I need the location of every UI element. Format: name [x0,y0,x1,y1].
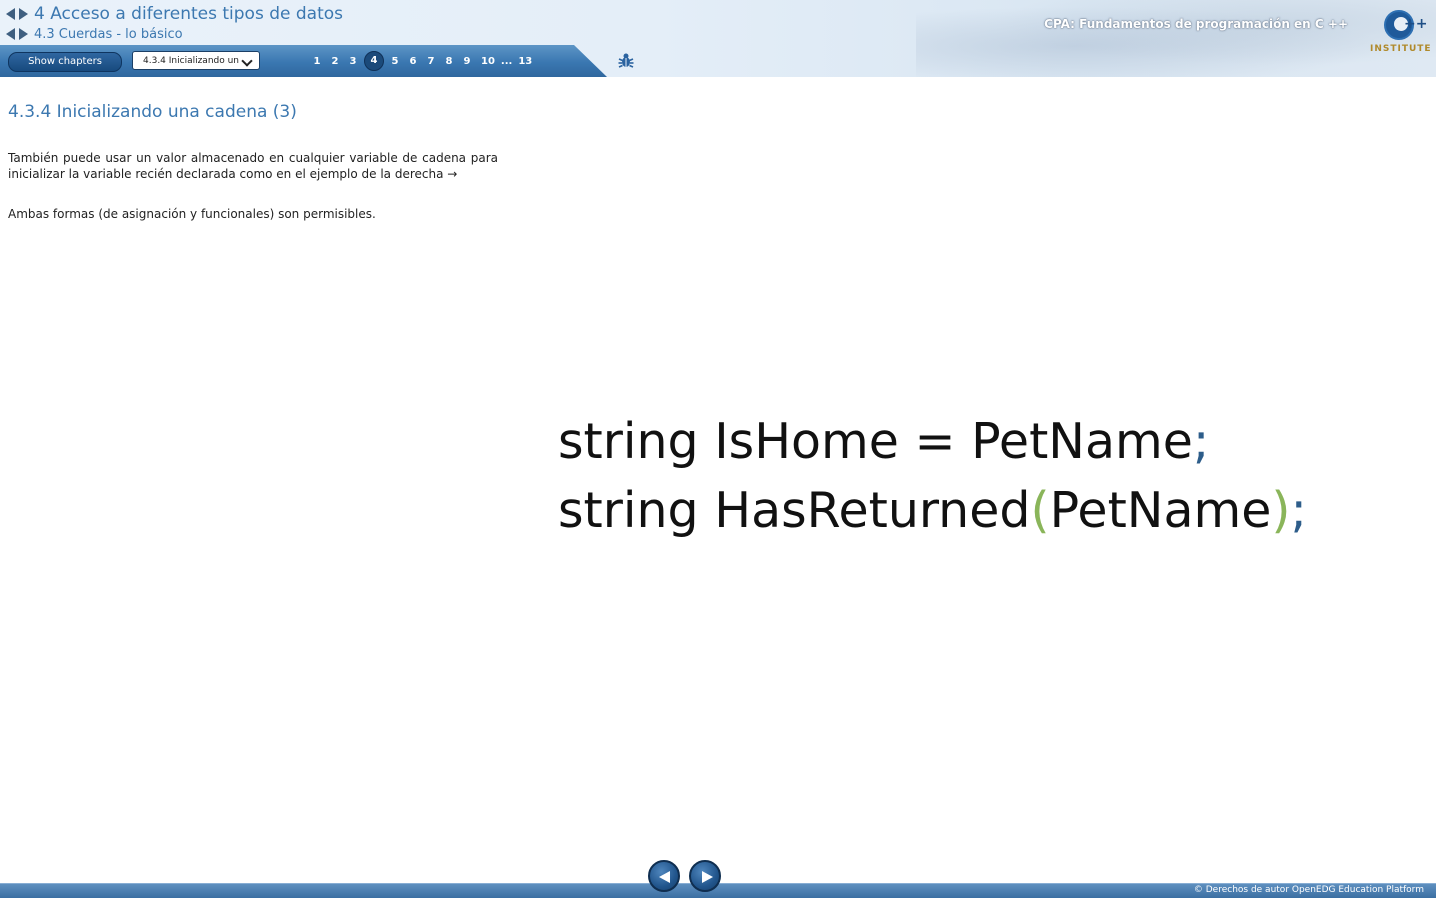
section-breadcrumb: 4.3 Cuerdas - lo básico [6,25,183,43]
code-line-2-arg: PetName [1049,482,1272,539]
logo-plus: ++ [1404,16,1428,32]
page-5[interactable]: 5 [391,56,399,67]
page-2[interactable]: 2 [331,56,339,67]
course-title: CPA: Fundamentos de programación en C ++ [1044,17,1348,31]
page-3[interactable]: 3 [349,56,357,67]
copyright-text: © Derechos de autor OpenEDG Education Pl… [1193,885,1424,895]
next-page-button[interactable] [689,860,721,892]
cpp-logo-icon: ++ INSTITUTE [1368,10,1431,60]
page-10[interactable]: 10 [481,56,495,67]
prev-section-icon[interactable] [6,28,15,40]
page-13[interactable]: 13 [518,56,532,67]
page-7[interactable]: 7 [427,56,435,67]
prev-chapter-icon[interactable] [6,8,15,20]
code-line-1: string IsHome = PetName; [558,407,1307,476]
page-8[interactable]: 8 [445,56,453,67]
page-6[interactable]: 6 [409,56,417,67]
code-semicolon: ; [1192,413,1210,470]
previous-page-button[interactable] [648,860,680,892]
lesson-title: 4.3.4 Inicializando una cadena (3) [8,102,297,122]
code-paren-close: ) [1271,482,1291,539]
chapter-title: 4 Acceso a diferentes tipos de datos [34,4,344,24]
code-semicolon: ; [1290,482,1307,539]
arrow-right-icon [702,871,713,883]
bug-icon[interactable] [617,51,635,69]
next-chapter-icon[interactable] [19,8,28,20]
next-section-icon[interactable] [19,28,28,40]
lesson-paragraph-2: Ambas formas (de asignación y funcionale… [8,207,376,221]
page-1[interactable]: 1 [313,56,321,67]
code-line-2: string HasReturned(PetName); [558,476,1307,545]
chapter-breadcrumb: 4 Acceso a diferentes tipos de datos [6,4,344,24]
topic-select[interactable]: 4.3.4 Inicializando un [132,51,260,70]
code-example: string IsHome = PetName; string HasRetur… [558,407,1307,545]
arrow-left-icon [659,871,670,883]
header-photo [916,0,1436,77]
section-title: 4.3 Cuerdas - lo básico [34,26,183,42]
page-ellipsis: ... [500,55,513,67]
lesson-paragraph-1: También puede usar un valor almacenado e… [8,151,498,181]
page-4-current[interactable]: 4 [364,51,384,71]
topic-select-value: 4.3.4 Inicializando un [143,56,240,66]
code-paren-open: ( [1030,482,1050,539]
chevron-down-icon [241,55,253,67]
page-9[interactable]: 9 [463,56,471,67]
show-chapters-button[interactable]: Show chapters [8,52,122,72]
page-navigator: 1 2 3 4 5 6 7 8 9 10 ... 13 [308,51,537,71]
code-line-1-main: string IsHome = PetName [558,413,1193,470]
logo-text: INSTITUTE [1370,44,1432,54]
code-line-2-main: string HasReturned [558,482,1031,539]
